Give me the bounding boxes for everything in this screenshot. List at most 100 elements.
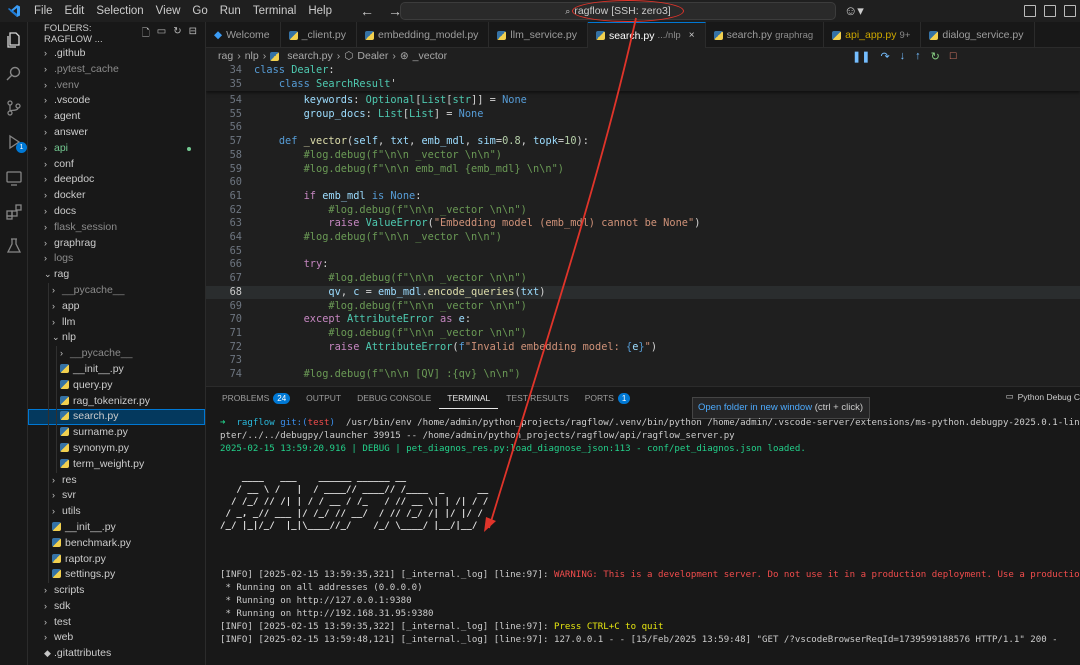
- menu-view[interactable]: View: [150, 0, 187, 22]
- folder-item[interactable]: › .pytest_cache: [28, 62, 205, 78]
- file-item[interactable]: benchmark.py: [28, 535, 205, 552]
- folder-item[interactable]: › docs: [28, 204, 205, 220]
- folder-item[interactable]: › sdk: [28, 599, 205, 615]
- file-item[interactable]: search.py: [28, 409, 205, 426]
- folder-item[interactable]: › .vscode: [28, 93, 205, 109]
- panel-tab-ports[interactable]: PORTS 1: [577, 387, 639, 409]
- terminal-output[interactable]: ➜ ragflow git:(test) /usr/bin/env /home/…: [220, 416, 1080, 665]
- file-tree: › .github › .pytest_cache › .venv › .vscode › age…: [28, 46, 205, 662]
- file-item[interactable]: __init__.py: [28, 361, 205, 378]
- code-line: 34 class Dealer:: [206, 64, 1080, 78]
- command-center-search[interactable]: ⌕ ragflow [SSH: zero3]: [400, 2, 836, 20]
- folder-item[interactable]: › agent: [28, 109, 205, 125]
- folder-item[interactable]: ⌄ rag: [28, 267, 205, 283]
- panel-tab-problems[interactable]: PROBLEMS 24: [214, 387, 298, 409]
- open-folder-link[interactable]: Open folder in new window: [698, 402, 812, 413]
- file-item[interactable]: term_weight.py: [28, 456, 205, 473]
- chevron-right-icon: ›: [52, 284, 55, 295]
- folder-item[interactable]: › scripts: [28, 583, 205, 599]
- debug-config-select[interactable]: ▭ Python Debug C: [1006, 391, 1080, 402]
- file-item[interactable]: __init__.py: [28, 519, 205, 536]
- new-file-icon[interactable]: 🗋: [142, 26, 150, 43]
- menu-selection[interactable]: Selection: [90, 0, 149, 22]
- breadcrumb-item[interactable]: nlp: [245, 50, 259, 62]
- extensions-icon[interactable]: [4, 202, 24, 222]
- chevron-right-icon: ›: [44, 111, 47, 122]
- terminal-prompt-line: ➜ ragflow git:(test) /usr/bin/env /home/…: [220, 417, 1080, 429]
- explorer-icon[interactable]: [4, 30, 24, 50]
- back-arrow-icon[interactable]: ←: [360, 3, 374, 19]
- menu-run[interactable]: Run: [214, 0, 247, 22]
- python-file-icon: [288, 30, 298, 40]
- file-item[interactable]: ◆ .gitattributes: [28, 646, 205, 662]
- folder-item[interactable]: › __pycache__: [28, 346, 205, 362]
- toggle-sidebar-icon[interactable]: [1024, 5, 1036, 17]
- file-item[interactable]: synonym.py: [28, 440, 205, 457]
- toggle-panel-icon[interactable]: [1044, 5, 1056, 17]
- file-item[interactable]: rag_tokenizer.py: [28, 393, 205, 410]
- editor-tab[interactable]: search.py graphrag: [706, 22, 825, 48]
- editor-tab[interactable]: _client.py: [281, 22, 358, 48]
- folder-item[interactable]: › flask_session: [28, 220, 205, 236]
- file-item[interactable]: settings.py: [28, 567, 205, 584]
- breadcrumb-item[interactable]: rag: [218, 50, 233, 62]
- folder-item[interactable]: ⌄ nlp: [28, 330, 205, 347]
- folder-item[interactable]: › deepdoc: [28, 172, 205, 188]
- folder-item[interactable]: › llm: [28, 314, 205, 331]
- panel-tab-terminal[interactable]: TERMINAL: [439, 387, 499, 409]
- folder-item[interactable]: › graphrag: [28, 236, 205, 252]
- editor-tab[interactable]: ◆ Welcome: [206, 22, 281, 48]
- breadcrumb-item[interactable]: _vector: [413, 50, 447, 62]
- breadcrumb-item[interactable]: search.py: [287, 50, 333, 62]
- folder-item[interactable]: › app: [28, 298, 205, 315]
- remote-explorer-icon[interactable]: [4, 168, 24, 188]
- close-icon[interactable]: ×: [689, 30, 695, 41]
- new-folder-icon[interactable]: ▭: [157, 26, 166, 43]
- source-control-icon[interactable]: [4, 98, 24, 118]
- search-icon[interactable]: [4, 64, 24, 84]
- file-item[interactable]: query.py: [28, 377, 205, 394]
- folder-item[interactable]: › api: [28, 141, 205, 157]
- folder-item[interactable]: › .github: [28, 46, 205, 62]
- folder-item[interactable]: › res: [28, 472, 205, 489]
- tree-item-label: raptor.py: [65, 552, 106, 565]
- breadcrumb-item[interactable]: Dealer: [357, 50, 388, 62]
- panel-tab-debug-console[interactable]: DEBUG CONSOLE: [349, 387, 439, 409]
- collapse-all-icon[interactable]: ⊟: [189, 26, 197, 43]
- folder-item[interactable]: › __pycache__: [28, 282, 205, 299]
- line-number: 35: [229, 77, 242, 90]
- folder-item[interactable]: › answer: [28, 125, 205, 141]
- folder-item[interactable]: › docker: [28, 188, 205, 204]
- editor-tab[interactable]: embedding_model.py: [357, 22, 490, 48]
- tree-item-label: app: [62, 299, 80, 312]
- folder-item[interactable]: › test: [28, 615, 205, 631]
- panel-tab-test-results[interactable]: TEST RESULTS: [498, 387, 577, 409]
- folder-item[interactable]: › .venv: [28, 78, 205, 94]
- folder-item[interactable]: › svr: [28, 488, 205, 505]
- python-file-icon: [270, 51, 280, 61]
- menu-help[interactable]: Help: [302, 0, 338, 22]
- folder-item[interactable]: › utils: [28, 504, 205, 520]
- folder-item[interactable]: › logs: [28, 251, 205, 267]
- panel-tab-output[interactable]: OUTPUT: [298, 387, 349, 409]
- copilot-icon[interactable]: ☺▾: [844, 3, 864, 19]
- testing-icon[interactable]: [4, 236, 24, 256]
- menu-terminal[interactable]: Terminal: [247, 0, 302, 22]
- refresh-icon[interactable]: ↻: [173, 26, 181, 43]
- editor-tab[interactable]: llm_service.py: [489, 22, 588, 48]
- editor-tab[interactable]: dialog_service.py: [921, 22, 1035, 48]
- folder-item[interactable]: › conf: [28, 157, 205, 173]
- folder-item[interactable]: › web: [28, 630, 205, 646]
- code-editor[interactable]: 54 keywords: Optional[List[str]] = None 5…: [206, 64, 1080, 386]
- file-item[interactable]: raptor.py: [28, 551, 205, 568]
- code-text: #log.debug(f"\n\n _vector \n\n"): [328, 203, 527, 216]
- menu-file[interactable]: File: [28, 0, 59, 22]
- editor-tab[interactable]: api_app.py 9+: [824, 22, 922, 48]
- toggle-secondary-sidebar-icon[interactable]: [1064, 5, 1076, 17]
- menu-edit[interactable]: Edit: [59, 0, 91, 22]
- menu-go[interactable]: Go: [186, 0, 213, 22]
- run-debug-icon[interactable]: 1: [4, 132, 27, 153]
- file-item[interactable]: surname.py: [28, 425, 205, 441]
- tree-item-label: scripts: [54, 584, 85, 597]
- editor-tab[interactable]: search.py .../nlp ×: [587, 22, 706, 48]
